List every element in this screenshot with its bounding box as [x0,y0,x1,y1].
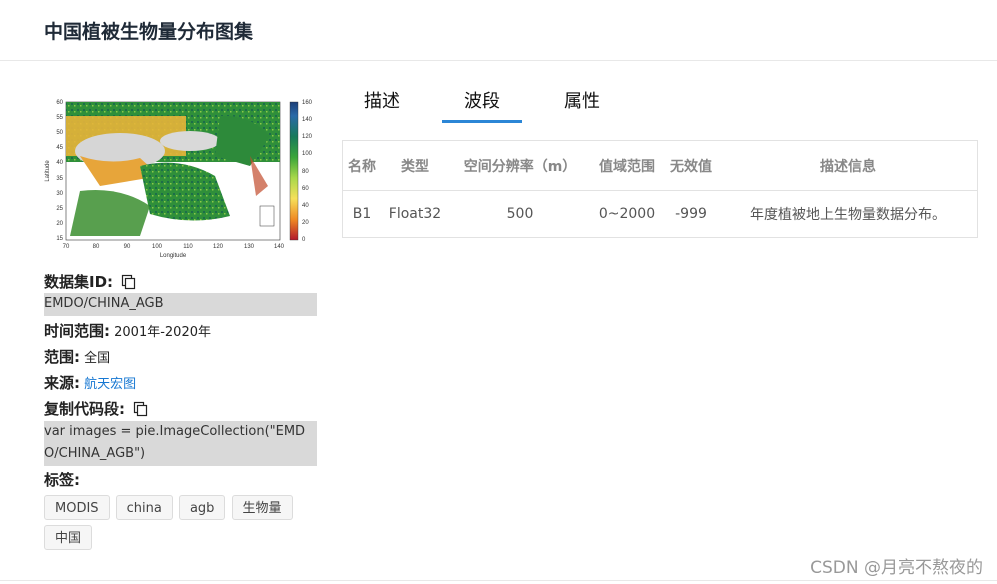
range-row: 范围: 全国 [44,346,317,367]
code-label: 复制代码段: [44,400,125,418]
x-tick: 100 [152,244,163,250]
column-header: 值域范围 [591,140,663,191]
y-axis-label: Latitude [45,160,51,182]
y-tick: 15 [56,236,63,242]
page-title: 中国植被生物量分布图集 [44,21,254,43]
y-tick: 30 [56,191,63,197]
column-header: 无效值 [663,140,719,191]
y-tick: 40 [56,160,63,166]
colorbar-tick: 60 [302,186,309,192]
range-label: 范围: [44,348,80,366]
code-row: 复制代码段: [44,398,317,419]
source-label: 来源: [44,374,80,392]
table-row: B1 Float32 500 0~2000 -999 年度植被地上生物量数据分布… [343,191,978,238]
band-table: 名称 类型 空间分辨率（m） 值域范围 无效值 描述信息 B1 Float32 … [342,140,978,238]
colorbar-tick: 140 [302,117,313,123]
column-header: 类型 [381,140,449,191]
table-cell: 500 [506,206,534,222]
colorbar-tick: 20 [302,220,309,226]
table-cell: -999 [675,206,707,222]
y-tick: 50 [56,130,63,136]
x-tick: 90 [124,244,131,250]
y-tick: 20 [56,221,63,227]
colorbar-tick: 0 [302,237,306,243]
column-header: 空间分辨率（m） [449,140,591,191]
x-tick: 110 [183,244,193,250]
y-tick: 25 [56,206,63,212]
time-range-value: 2001年-2020年 [114,325,211,340]
y-tick: 35 [56,176,63,182]
tab-description[interactable]: 描述 [342,88,422,120]
tags-label: 标签: [44,471,80,489]
x-tick: 120 [213,244,224,250]
y-tick: 60 [56,100,63,106]
tag[interactable]: MODIS [44,495,110,520]
range-value: 全国 [84,351,111,366]
table-header-row: 名称 类型 空间分辨率（m） 值域范围 无效值 描述信息 [342,140,978,191]
tab-bands[interactable]: 波段 [442,88,522,123]
divider [0,580,997,581]
x-axis-label: Longitude [160,253,187,259]
colorbar-tick: 120 [302,134,313,140]
x-tick: 70 [63,244,70,250]
colorbar-tick: 160 [302,100,313,106]
x-tick: 140 [274,244,285,250]
source-link[interactable]: 航天宏图 [84,377,136,392]
dataset-id-label: 数据集ID: [44,273,114,291]
colorbar-tick: 100 [302,151,313,157]
tags-row: 标签: [44,469,317,490]
tag[interactable]: china [115,495,173,520]
colorbar-tick: 40 [302,203,309,209]
tag[interactable]: 中国 [44,525,93,550]
y-tick: 55 [56,115,63,121]
watermark: CSDN @月亮不熬夜的 [810,558,983,578]
column-header: 名称 [342,140,381,191]
table-cell: 0~2000 [598,206,656,222]
copy-code-icon[interactable] [133,401,149,417]
x-tick: 80 [93,244,100,250]
x-tick: 130 [244,244,255,250]
tag-list: MODIS china agb 生物量 中国 [44,495,324,555]
table-cell: B1 [352,206,372,222]
code-snippet: var images = pie.ImageCollection("EMDO/C… [44,421,317,466]
dataset-id-value: EMDO/CHINA_AGB [44,293,317,316]
page-header: 中国植被生物量分布图集 [0,0,997,61]
column-header: 描述信息 [719,140,978,191]
source-row: 来源: 航天宏图 [44,372,317,393]
agb-map-thumbnail: 60 55 50 45 40 35 30 25 20 15 70 80 90 1… [45,100,313,259]
copy-icon[interactable] [121,274,137,290]
table-cell: 年度植被地上生物量数据分布。 [750,207,946,223]
tab-properties[interactable]: 属性 [542,88,622,120]
tag[interactable]: 生物量 [231,495,293,520]
dataset-id-row: 数据集ID: [44,271,317,292]
table-cell: Float32 [388,206,442,222]
tag[interactable]: agb [178,495,226,520]
y-tick: 45 [56,145,63,151]
colorbar-tick: 80 [302,169,309,175]
time-range-label: 时间范围: [44,322,110,340]
time-range-row: 时间范围: 2001年-2020年 [44,320,317,341]
